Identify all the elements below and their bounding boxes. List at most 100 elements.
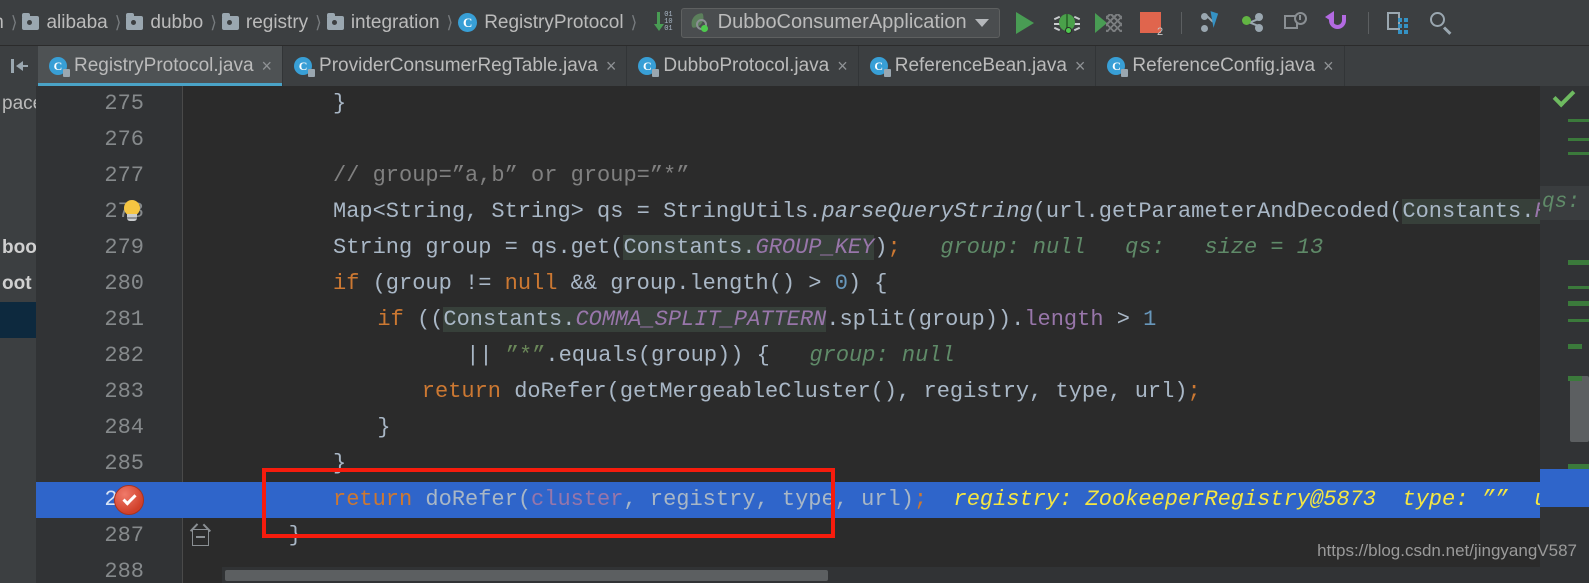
breadcrumb-separator-icon: ⟩ [315,12,322,32]
show-history-button[interactable] [1279,6,1313,40]
code-line[interactable]: 278Map<String, String> qs = StringUtils.… [36,194,1589,230]
code-line[interactable]: 282 || ”*”.equals(group)) { group: null [36,338,1589,374]
tab-providerconsumerregtable[interactable]: C ProviderConsumerRegTable.java × [283,46,628,86]
project-tree-row-selected[interactable] [0,302,36,338]
tab-referencebean[interactable]: C ReferenceBean.java × [859,46,1097,86]
breadcrumb-item-alibaba[interactable]: alibaba [20,0,111,46]
breadcrumb-item-registry[interactable]: registry [220,0,312,46]
vcs-change-marker [1568,119,1589,122]
code-line[interactable]: 283 return doRefer(getMergeableCluster(),… [36,374,1589,410]
project-tool-window-strip[interactable]: pace\ boot oot [0,86,36,583]
project-tree-row[interactable]: boot [0,230,36,266]
editor-tab-bar: C RegistryProtocol.java × C ProviderCons… [0,46,1589,86]
code-token: } [288,523,302,548]
project-tree-row[interactable] [0,446,36,482]
line-number: 277 [104,163,144,188]
breadcrumb-item-dubbo[interactable]: dubbo [124,0,207,46]
vcs-commit-icon [1241,12,1266,34]
code-text: } [377,410,390,446]
code-token: Constants. [443,307,576,332]
breakpoint-verified-icon[interactable] [114,485,144,515]
stop-square-icon [1140,12,1163,38]
code-token: (url.getParameterAndDecoded( [1032,199,1403,224]
code-token: .equals(group)) { [545,343,770,368]
project-tree-row[interactable] [0,374,36,410]
hide-sidebar-button[interactable] [0,46,38,86]
code-lines-container[interactable]: 275} 276 277 // group=”a,b” or group=”*” 278… [36,86,1589,583]
error-stripe-gutter[interactable]: qs: [1540,84,1589,583]
tab-registryprotocol[interactable]: C RegistryProtocol.java × [38,46,284,86]
download-sources-icon[interactable]: 01 10 01 [654,11,673,33]
line-number: 279 [104,235,144,260]
code-token: doRefer( [425,487,532,512]
code-fold-collapse-icon[interactable] [188,521,214,551]
close-icon[interactable]: × [1074,57,1087,75]
code-line[interactable]: 279 String group = qs.get(Constants.GROUP… [36,230,1589,266]
tab-referenceconfig[interactable]: C ReferenceConfig.java × [1096,46,1345,86]
breadcrumb-separator-icon: ⟩ [114,12,122,32]
project-tree-row[interactable] [0,158,36,194]
line-number: 275 [104,91,144,116]
search-everywhere-button[interactable] [1424,6,1458,40]
intention-bulb-icon[interactable] [121,200,143,224]
java-class-icon: C [49,57,70,77]
commit-button[interactable] [1237,6,1271,40]
scrollbar-thumb[interactable] [225,570,828,581]
project-tree-row[interactable] [0,338,36,374]
breadcrumb-item-registryprotocol[interactable]: C RegistryProtocol [456,0,627,46]
project-tree-row[interactable] [0,194,36,230]
code-token: } [333,451,347,476]
project-tree-row[interactable]: oot [0,266,36,302]
code-token: group: null qs: size = 13 [900,235,1324,260]
code-line[interactable]: 280 if (group != null && group.length() >… [36,266,1589,302]
vcs-change-marker [1568,286,1589,289]
breadcrumb-item-clipped[interactable]: m [0,0,8,46]
vertical-scrollbar-thumb[interactable] [1570,376,1589,442]
structure-button[interactable] [1382,6,1416,40]
run-with-coverage-button[interactable] [1092,6,1126,40]
code-line[interactable]: 277 // group=”a,b” or group=”*” [36,158,1589,194]
code-token: ) [874,235,888,260]
tab-dubboprotocol[interactable]: C DubboProtocol.java × [627,46,859,86]
code-line[interactable]: 275} [36,86,1589,122]
code-line[interactable]: 284} [36,410,1589,446]
close-icon[interactable]: × [605,57,618,75]
tab-label: DubboProtocol.java [663,55,830,76]
code-token: COMMA_SPLIT_PATTERN [575,307,827,332]
close-icon[interactable]: × [1322,57,1335,75]
code-token: = [636,199,664,224]
project-tree-row[interactable] [0,410,36,446]
code-line[interactable]: 285} [36,446,1589,482]
code-token: ; [913,487,928,512]
search-icon [1429,11,1453,35]
grid-doc-icon [1386,11,1411,34]
run-button[interactable] [1008,6,1042,40]
update-project-button[interactable] [1195,6,1229,40]
breadcrumb-label: registry [245,11,309,33]
code-token: return [421,379,515,404]
code-token: = [504,235,532,260]
java-class-icon: C [458,13,478,32]
line-number: 281 [104,307,144,332]
code-editor[interactable]: 275} 276 277 // group=”a,b” or group=”*” 278… [36,86,1589,583]
project-tree-row[interactable]: pace\ [0,86,36,122]
code-line[interactable]: 276 [36,122,1589,158]
code-text: if ((Constants.COMMA_SPLIT_PATTERN.split… [377,302,1156,338]
navigation-bar: m ⟩ alibaba ⟩ dubbo ⟩ registry ⟩ integra… [0,0,1589,46]
horizontal-scrollbar[interactable] [222,567,1577,583]
debug-button[interactable] [1050,6,1084,40]
code-token: } [333,91,347,116]
code-token: (group != [372,271,505,296]
code-line[interactable]: 281 if ((Constants.COMMA_SPLIT_PATTERN.sp… [36,302,1589,338]
breadcrumb-item-integration[interactable]: integration [325,0,444,46]
close-icon[interactable]: × [836,57,849,75]
vcs-change-marker [1568,319,1589,322]
line-number: 276 [104,127,144,152]
project-tree-row[interactable] [0,482,36,518]
stop-button[interactable] [1134,6,1168,40]
close-icon[interactable]: × [261,57,274,75]
project-tree-row[interactable] [0,122,36,158]
run-configuration-selector[interactable]: DubboConsumerApplication [680,7,1000,38]
rollback-button[interactable] [1321,6,1355,40]
code-line-highlighted[interactable]: 286return doRefer(cluster, registry, typ… [36,482,1589,518]
